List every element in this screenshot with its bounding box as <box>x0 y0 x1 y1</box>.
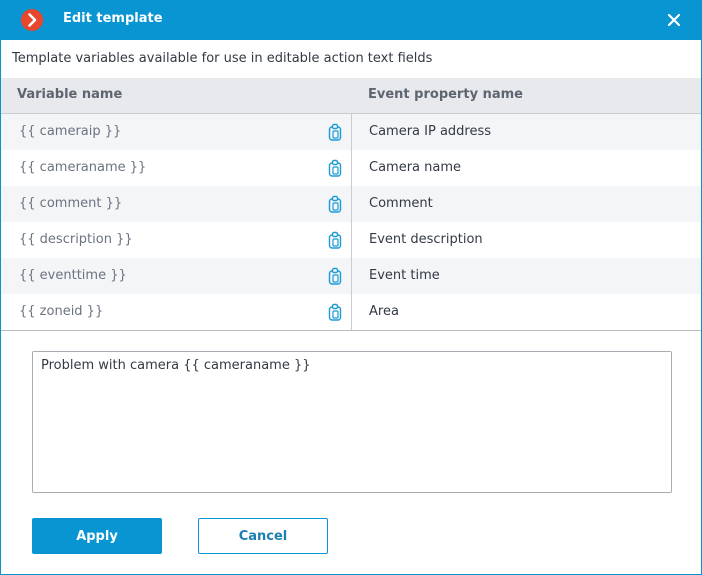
event-property-cell: Event description <box>369 232 483 247</box>
clipboard-copy-icon[interactable] <box>327 303 343 321</box>
event-property-cell: Comment <box>369 196 433 211</box>
template-text-input[interactable] <box>32 351 672 493</box>
clipboard-copy-icon[interactable] <box>327 231 343 249</box>
subtitle-text: Template variables available for use in … <box>12 51 432 66</box>
event-property-cell: Camera IP address <box>369 124 491 139</box>
variable-name-cell: {{ comment }} <box>19 196 122 211</box>
variable-name-cell: {{ eventtime }} <box>19 268 127 283</box>
column-divider <box>351 114 352 330</box>
title-bar: Edit template <box>0 0 702 40</box>
close-icon[interactable] <box>666 12 682 28</box>
variable-name-cell: {{ description }} <box>19 232 133 247</box>
app-logo-icon <box>21 9 43 31</box>
variable-name-cell: {{ zoneid }} <box>19 304 103 319</box>
table-header: Variable name Event property name <box>1 78 701 114</box>
clipboard-copy-icon[interactable] <box>327 195 343 213</box>
variables-table: Variable name Event property name {{ cam… <box>1 78 701 330</box>
dialog-title: Edit template <box>63 11 163 26</box>
cancel-button[interactable]: Cancel <box>198 518 328 554</box>
variable-name-cell: {{ cameraip }} <box>19 124 121 139</box>
event-property-cell: Event time <box>369 268 440 283</box>
clipboard-copy-icon[interactable] <box>327 159 343 177</box>
clipboard-copy-icon[interactable] <box>327 267 343 285</box>
event-property-cell: Area <box>369 304 399 319</box>
column-header-variable-name: Variable name <box>17 87 122 102</box>
table-bottom-divider <box>1 330 701 331</box>
variable-name-cell: {{ cameraname }} <box>19 160 146 175</box>
column-header-event-property-name: Event property name <box>368 87 523 102</box>
clipboard-copy-icon[interactable] <box>327 123 343 141</box>
apply-button[interactable]: Apply <box>32 518 162 554</box>
event-property-cell: Camera name <box>369 160 461 175</box>
edit-template-dialog: Edit template Template variables availab… <box>0 0 702 575</box>
